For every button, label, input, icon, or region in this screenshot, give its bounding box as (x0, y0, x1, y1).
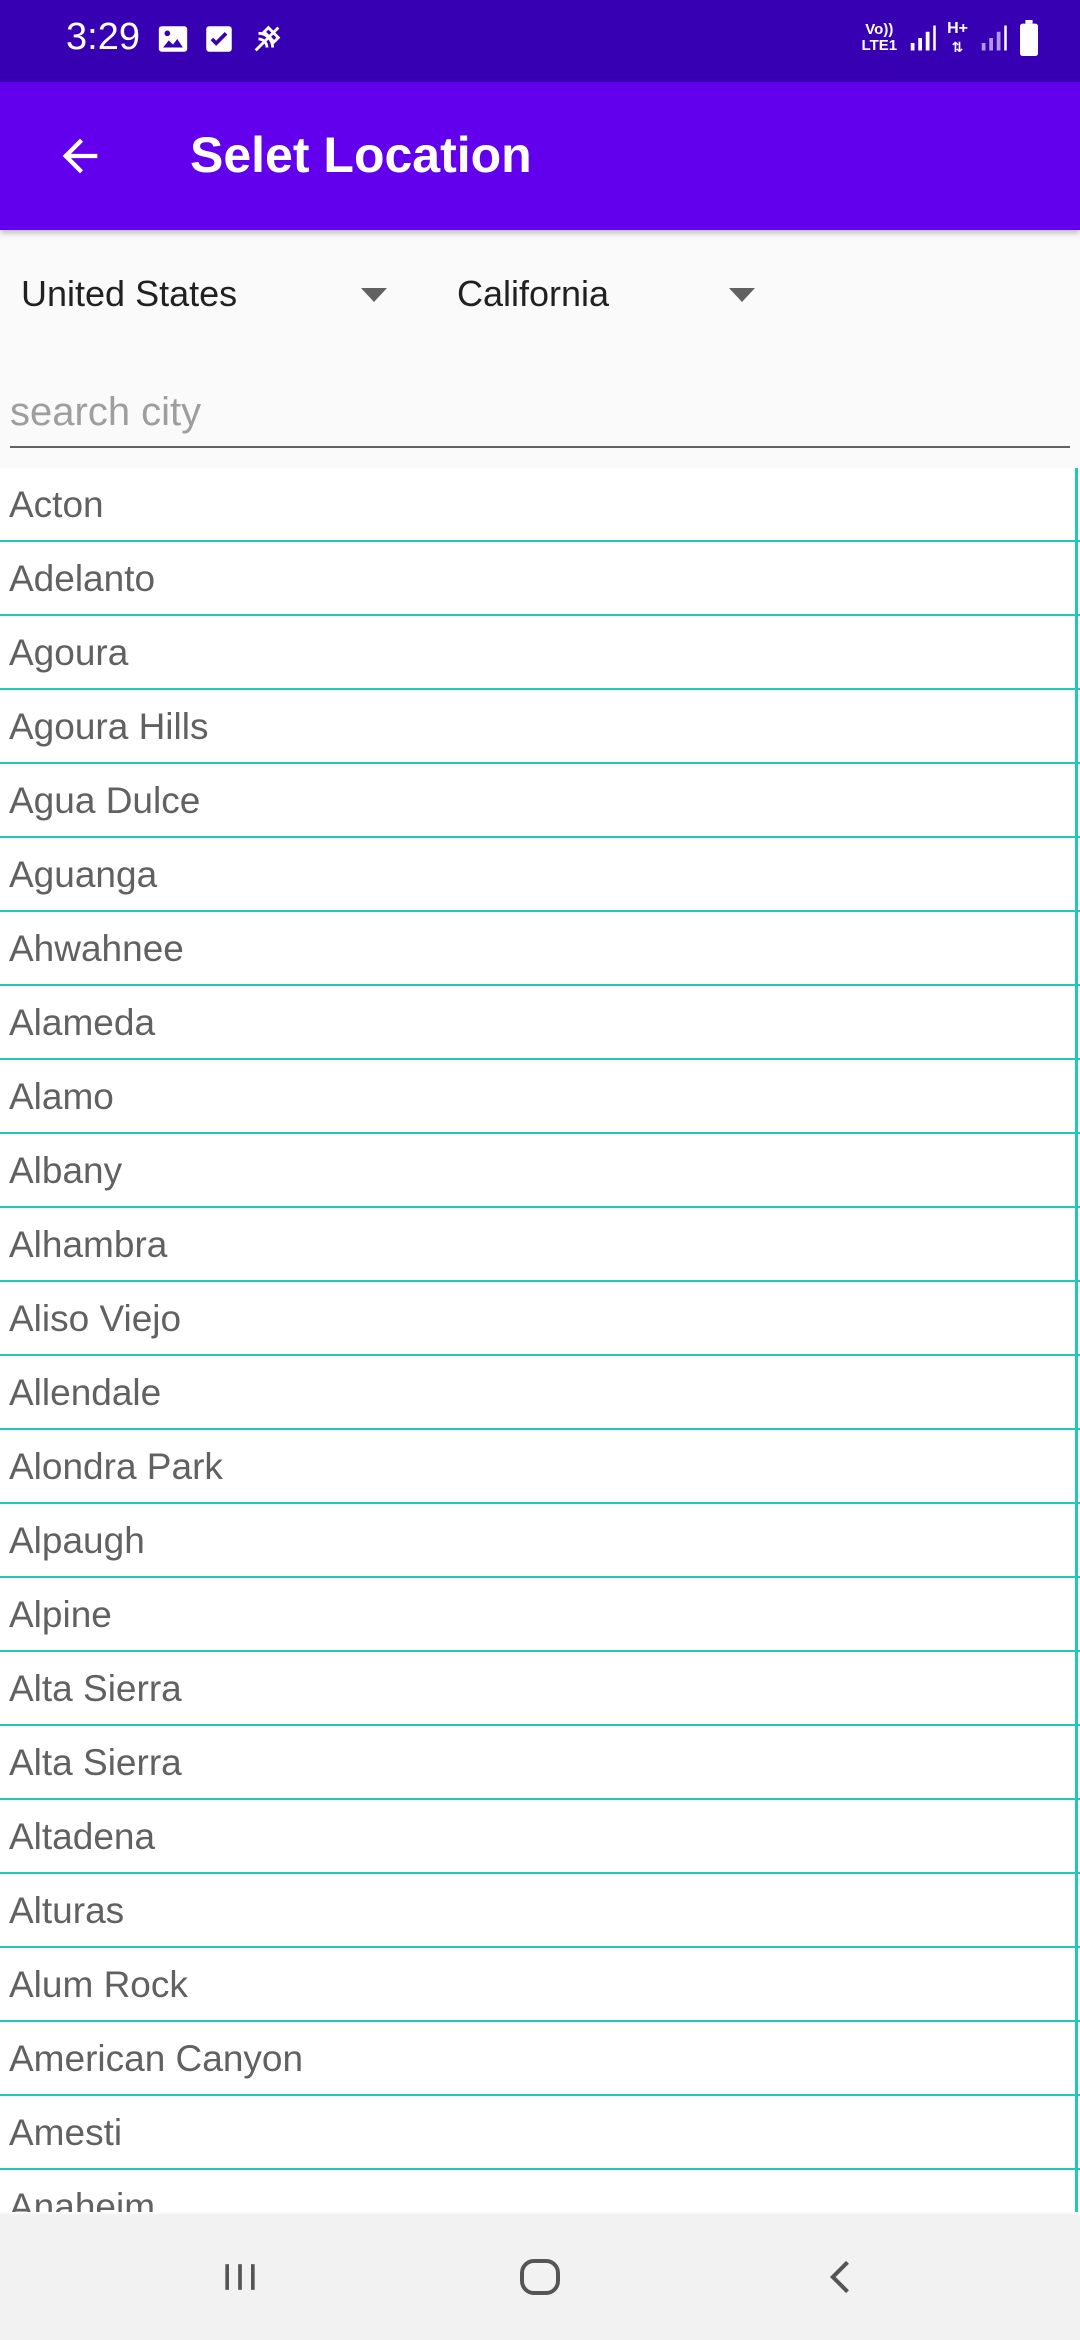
list-item[interactable]: Alondra Park (0, 1430, 1080, 1504)
image-icon (158, 26, 188, 52)
status-bar: 3:29 Vo)) LTE1 H+ ⇅ (0, 0, 1080, 82)
battery-icon (1020, 20, 1038, 56)
signal-icon (981, 25, 1007, 51)
list-item[interactable]: Alpine (0, 1578, 1080, 1652)
recent-apps-icon (225, 2264, 255, 2290)
status-icons-left (156, 22, 286, 56)
signal-icon (910, 25, 936, 51)
search-field[interactable] (10, 380, 1070, 448)
search-input[interactable] (10, 380, 1070, 444)
list-item[interactable]: Acton (0, 468, 1080, 542)
list-item[interactable]: Aguanga (0, 838, 1080, 912)
state-dropdown[interactable]: California (457, 262, 777, 326)
page-title: Selet Location (190, 127, 532, 183)
country-dropdown-value: United States (21, 273, 238, 314)
list-item[interactable]: Alpaugh (0, 1504, 1080, 1578)
chevron-down-icon (729, 288, 755, 302)
list-item[interactable]: Amesti (0, 2096, 1080, 2170)
list-item[interactable]: Alhambra (0, 1208, 1080, 1282)
list-item[interactable]: Anaheim (0, 2170, 1080, 2212)
list-item[interactable]: Agua Dulce (0, 764, 1080, 838)
system-nav-bar (0, 2214, 1080, 2340)
list-item[interactable]: Alturas (0, 1874, 1080, 1948)
arrow-back-icon (62, 138, 98, 174)
list-item[interactable]: American Canyon (0, 2022, 1080, 2096)
list-item[interactable]: Ahwahnee (0, 912, 1080, 986)
list-item[interactable]: Alum Rock (0, 1948, 1080, 2022)
volte-lte-icon: Vo)) LTE1 (861, 21, 898, 54)
list-item[interactable]: Agoura Hills (0, 690, 1080, 764)
satellite-off-icon (254, 25, 281, 52)
list-item[interactable]: Alamo (0, 1060, 1080, 1134)
recent-apps-button[interactable] (200, 2242, 280, 2312)
home-icon (520, 2259, 560, 2295)
country-dropdown[interactable]: United States (21, 262, 401, 326)
state-dropdown-value: California (457, 273, 610, 314)
checkbox-icon (206, 26, 232, 52)
app-bar: Selet Location (0, 82, 1080, 230)
status-icons-right: Vo)) LTE1 H+ ⇅ (862, 20, 1040, 56)
status-time: 3:29 (66, 16, 140, 58)
list-item[interactable]: Agoura (0, 616, 1080, 690)
back-icon (829, 2260, 849, 2294)
list-item[interactable]: Allendale (0, 1356, 1080, 1430)
list-item[interactable]: Adelanto (0, 542, 1080, 616)
list-item[interactable]: Albany (0, 1134, 1080, 1208)
chevron-down-icon (361, 288, 387, 302)
nav-back-button[interactable] (802, 2242, 882, 2312)
back-button[interactable] (44, 120, 116, 192)
home-button[interactable] (500, 2242, 580, 2312)
list-item[interactable]: Alta Sierra (0, 1726, 1080, 1800)
list-item[interactable]: Aliso Viejo (0, 1282, 1080, 1356)
city-list[interactable]: Acton Adelanto Agoura Agoura Hills Agua … (0, 468, 1080, 2212)
list-item[interactable]: Altadena (0, 1800, 1080, 1874)
list-item[interactable]: Alameda (0, 986, 1080, 1060)
list-item[interactable]: Alta Sierra (0, 1652, 1080, 1726)
h-plus-data-icon: H+ ⇅ (947, 20, 968, 55)
